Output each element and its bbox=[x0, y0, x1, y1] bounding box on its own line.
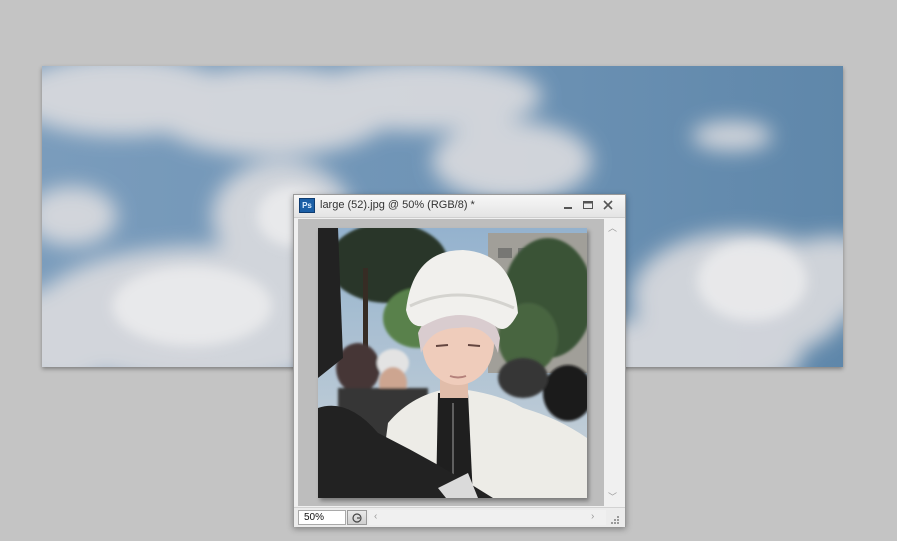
chevron-left-icon[interactable]: ‹ bbox=[374, 511, 377, 522]
resize-grip-icon bbox=[611, 516, 619, 524]
document-status-bar: ‹ › bbox=[294, 507, 625, 527]
vertical-scrollbar[interactable]: ︿ ﹀ bbox=[605, 219, 621, 506]
maximize-icon bbox=[583, 201, 593, 209]
zoom-level-field[interactable] bbox=[298, 510, 346, 525]
maximize-button[interactable] bbox=[579, 197, 597, 214]
document-title-bar[interactable]: Ps large (52).jpg @ 50% (RGB/8) * bbox=[294, 195, 625, 218]
horizontal-scrollbar[interactable]: ‹ › bbox=[369, 510, 606, 525]
minimize-icon bbox=[564, 207, 572, 209]
chevron-right-icon[interactable]: › bbox=[591, 511, 594, 522]
photoshop-icon: Ps bbox=[299, 198, 315, 213]
chevron-down-icon[interactable]: ﹀ bbox=[608, 490, 617, 503]
document-window[interactable]: Ps large (52).jpg @ 50% (RGB/8) * ︿ ﹀ 50… bbox=[293, 194, 626, 527]
document-canvas-area[interactable] bbox=[298, 219, 604, 506]
minimize-button[interactable] bbox=[559, 197, 577, 214]
document-title: large (52).jpg @ 50% (RGB/8) * bbox=[320, 199, 475, 211]
close-icon bbox=[603, 200, 613, 210]
document-photo bbox=[318, 228, 587, 498]
close-button[interactable] bbox=[599, 197, 617, 214]
status-menu-icon bbox=[352, 513, 362, 523]
chevron-up-icon[interactable]: ︿ bbox=[608, 221, 617, 234]
status-menu-button[interactable] bbox=[347, 510, 367, 525]
resize-grip[interactable] bbox=[609, 513, 621, 525]
